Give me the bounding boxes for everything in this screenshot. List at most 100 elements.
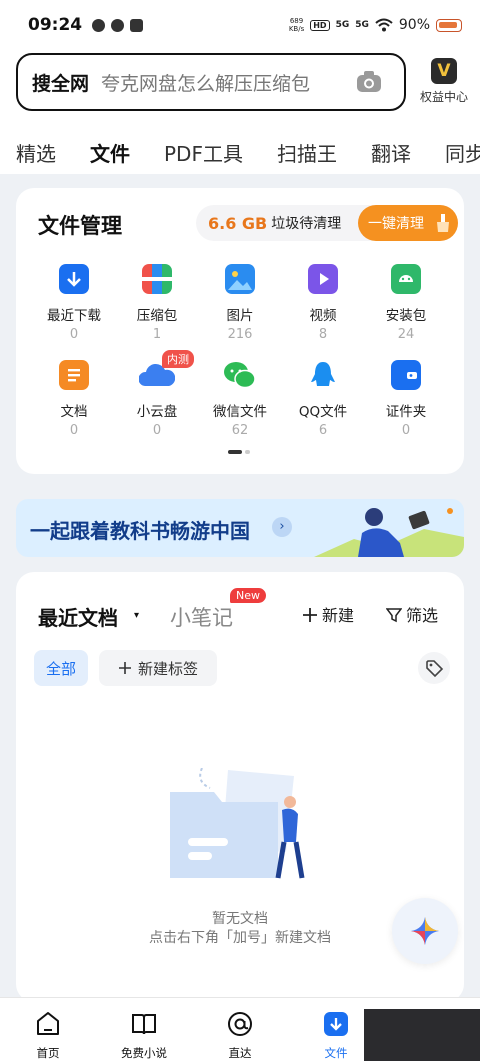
category-count: 24 — [397, 327, 415, 342]
recent-docs-tab[interactable]: 最近文档 — [38, 602, 118, 631]
category-count: 6 — [318, 423, 328, 438]
caret-down-icon[interactable]: ▾ — [134, 610, 139, 621]
promo-banner[interactable]: 一起跟着教科书畅游中国 › — [16, 499, 464, 557]
one-click-clean-label: 一键清理 — [368, 216, 424, 232]
tab-sync-learning[interactable]: 同步学 — [445, 138, 480, 167]
new-document-button[interactable]: 新建 — [302, 602, 354, 626]
category-count: 8 — [318, 327, 328, 342]
tag-manage-button[interactable] — [418, 652, 450, 684]
filter-icon — [385, 608, 403, 623]
document-icon — [59, 360, 89, 390]
app-notification-icon — [92, 18, 106, 32]
plus-icon — [303, 608, 317, 622]
add-tag-chip[interactable]: 新建标签 — [99, 650, 217, 686]
header: 搜全网 夸克网盘怎么解压压缩包 V 权益中心 精选 文件 PDF工具 扫描王 翻… — [0, 50, 480, 174]
banner-arrow-icon: › — [272, 517, 292, 537]
qq-icon — [308, 360, 338, 390]
banner-illustration — [314, 508, 464, 557]
category-label: 小云盘 — [136, 404, 178, 420]
nav-direct-label: 直达 — [228, 1046, 252, 1060]
battery-percent: 90% — [398, 17, 430, 33]
screen-corner-overlay — [364, 1009, 480, 1061]
signal-icon-2: 5G — [355, 20, 369, 30]
search-input[interactable]: 夸克网盘怎么解压压缩包 — [101, 69, 310, 96]
category-small-cloud[interactable]: 内测 小云盘 0 — [116, 350, 198, 438]
category-documents[interactable]: 文档 0 — [33, 360, 115, 438]
category-images[interactable]: 图片 216 — [199, 264, 281, 342]
hd-icon: HD — [310, 19, 330, 31]
tab-scanner[interactable]: 扫描王 — [277, 138, 337, 167]
new-badge: New — [230, 588, 266, 603]
top-tabs: 精选 文件 PDF工具 扫描王 翻译 同步学 — [0, 134, 480, 170]
status-time: 09:24 — [28, 15, 83, 35]
book-icon — [132, 1014, 156, 1035]
category-qq-files[interactable]: QQ文件 6 — [282, 360, 364, 438]
nav-free-novels[interactable]: 免费小说 — [104, 1010, 184, 1061]
category-label: 安装包 — [385, 308, 427, 324]
notes-tab[interactable]: 小笔记 — [170, 602, 233, 632]
benefits-center-label: 权益中心 — [419, 90, 468, 104]
category-wechat-files[interactable]: 微信文件 62 — [199, 360, 281, 438]
filter-button[interactable]: 筛选 — [385, 602, 439, 626]
vip-logo-icon: V — [431, 58, 457, 84]
battery-icon — [436, 18, 462, 32]
category-count: 0 — [69, 327, 79, 342]
banner-text: 一起跟着教科书畅游中国 — [30, 519, 250, 543]
sparkle-icon — [411, 917, 439, 945]
page-indicator — [228, 450, 250, 454]
nav-home[interactable]: 首页 — [8, 1010, 88, 1061]
wifi-icon — [375, 18, 393, 32]
category-count: 216 — [227, 327, 253, 342]
video-icon — [308, 264, 338, 294]
category-count: 0 — [152, 423, 162, 438]
tab-pdf-tools[interactable]: PDF工具 — [164, 138, 243, 167]
category-install-packages[interactable]: 安装包 24 — [365, 264, 447, 342]
broom-icon — [437, 214, 449, 232]
junk-size: 6.6 GB — [208, 213, 268, 233]
at-sign-icon — [228, 1012, 252, 1036]
signal-icon-1: 5G — [335, 20, 350, 30]
filter-label: 筛选 — [406, 606, 439, 625]
category-videos[interactable]: 视频 8 — [282, 264, 364, 342]
ai-assistant-button[interactable] — [392, 898, 458, 964]
search-bar[interactable]: 搜全网 夸克网盘怎么解压压缩包 — [16, 53, 406, 111]
category-count: 0 — [401, 423, 411, 438]
tab-files[interactable]: 文件 — [90, 138, 130, 167]
search-brand: 搜全网 — [32, 72, 90, 95]
category-label: 微信文件 — [213, 404, 267, 420]
tag-icon — [426, 660, 444, 678]
benefits-center-button[interactable]: V 权益中心 — [414, 58, 474, 112]
nav-home-label: 首页 — [36, 1046, 60, 1060]
camera-icon[interactable] — [356, 70, 382, 94]
category-label: 文档 — [60, 404, 88, 420]
one-click-clean-button[interactable]: 一键清理 — [358, 205, 458, 241]
download-icon — [59, 264, 89, 294]
junk-clean-bar[interactable]: 6.6 GB 垃圾待清理 一键清理 — [196, 205, 458, 241]
tab-translate[interactable]: 翻译 — [371, 138, 411, 167]
category-label: QQ文件 — [298, 404, 348, 420]
category-count: 1 — [152, 327, 162, 342]
nav-free-novels-label: 免费小说 — [121, 1046, 167, 1060]
home-icon — [37, 1012, 59, 1035]
category-archives[interactable]: 压缩包 1 — [116, 264, 198, 342]
category-id-folder[interactable]: 证件夹 0 — [365, 360, 447, 438]
image-icon — [225, 264, 255, 294]
wechat-icon — [224, 360, 256, 390]
category-count: 0 — [69, 423, 79, 438]
android-icon — [391, 264, 421, 294]
category-recent-downloads[interactable]: 最近下载 0 — [33, 264, 115, 342]
category-label: 证件夹 — [385, 404, 427, 420]
files-download-icon — [324, 1012, 348, 1036]
wallet-icon — [391, 360, 421, 390]
tag-all-chip[interactable]: 全部 — [34, 650, 88, 686]
category-label: 图片 — [226, 308, 254, 324]
tab-featured[interactable]: 精选 — [16, 138, 56, 167]
junk-label: 垃圾待清理 — [271, 216, 342, 232]
plus-icon — [118, 662, 131, 674]
file-manager-card: 文件管理 6.6 GB 垃圾待清理 一键清理 最近下载 0 压缩包 1 图片 2… — [16, 188, 464, 474]
empty-folder-illustration — [170, 768, 305, 879]
nav-direct[interactable]: 直达 — [200, 1010, 280, 1061]
category-label: 最近下载 — [47, 308, 101, 324]
beta-badge: 内测 — [162, 350, 194, 368]
category-count: 62 — [231, 423, 249, 438]
